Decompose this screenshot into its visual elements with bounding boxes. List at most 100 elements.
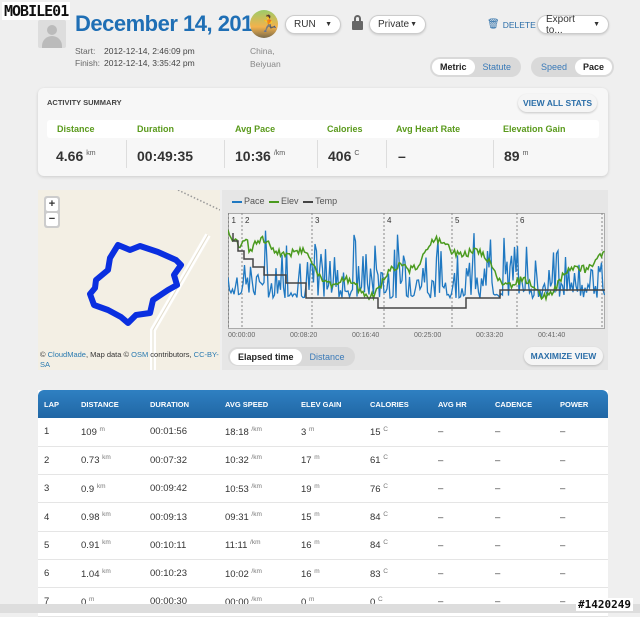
- route-path: [87, 242, 184, 326]
- x-tick-label: 00:25:00: [414, 332, 442, 339]
- avatar[interactable]: [38, 20, 66, 48]
- lap-row[interactable]: 4 0.98 km 00:09:13 09:31 /km 15 m 84 C – – –: [38, 502, 608, 532]
- cell-avg-speed: 10:32 /km: [219, 446, 295, 476]
- x-tick-label: 00:00:00: [228, 332, 256, 339]
- cell-lap: 1: [38, 418, 75, 447]
- legend-elev: Elev: [281, 196, 299, 206]
- cell-cadence: –: [489, 446, 554, 476]
- map-canvas: [87, 190, 220, 370]
- cell-distance: 0.98 km: [75, 502, 144, 532]
- cloudmade-link[interactable]: CloudMade: [48, 350, 86, 359]
- lap-row[interactable]: 3 0.9 km 00:09:42 10:53 /km 19 m 76 C – – –: [38, 474, 608, 504]
- column-header[interactable]: CADENCE: [489, 390, 554, 418]
- cell-duration: 00:07:32: [144, 446, 219, 476]
- label-duration: Duration: [137, 124, 174, 134]
- bottom-bar: [0, 604, 640, 613]
- location-line2: Beiyuan: [250, 59, 281, 69]
- cell-lap: 3: [38, 474, 75, 504]
- lap-marker-label: 5: [455, 216, 460, 225]
- cell-distance: 109 m: [75, 418, 144, 447]
- x-mode-elapsed-time[interactable]: Elapsed time: [230, 348, 302, 365]
- x-tick-label: 00:33:20: [476, 332, 504, 339]
- units-metric[interactable]: Metric: [432, 59, 475, 75]
- cell-power: –: [554, 446, 608, 476]
- label-avg-hr: Avg Heart Rate: [396, 124, 461, 134]
- column-header[interactable]: AVG HR: [432, 390, 489, 418]
- x-tick-label: 00:41:40: [538, 332, 566, 339]
- export-label: Export to...: [546, 13, 575, 36]
- lap-row[interactable]: 6 1.04 km 00:10:23 10:02 /km 16 m 83 C – – –: [38, 559, 608, 589]
- maximize-view-button[interactable]: MAXIMIZE VIEW: [524, 347, 603, 365]
- chevron-down-icon: ▼: [593, 21, 600, 28]
- activity-summary-card: ACTIVITY SUMMARY VIEW ALL STATS Distance…: [38, 88, 608, 176]
- lap-marker-label: 6: [520, 216, 525, 225]
- export-dropdown[interactable]: Export to... ▼: [537, 13, 609, 36]
- finish-label: Finish:: [75, 58, 101, 68]
- x-mode-toggle[interactable]: Elapsed time Distance: [228, 347, 355, 366]
- column-header[interactable]: AVG SPEED: [219, 390, 295, 418]
- label-calories: Calories: [327, 124, 363, 134]
- delete-button[interactable]: 🗑 DELETE: [487, 19, 536, 30]
- value-avg-hr: –: [398, 148, 406, 164]
- x-mode-distance[interactable]: Distance: [302, 349, 353, 365]
- lap-marker-label: 4: [387, 216, 392, 225]
- map-attribution: © CloudMade, Map data © OSM contributors…: [40, 350, 219, 369]
- zoom-control: + −: [44, 196, 60, 228]
- osm-link[interactable]: OSM: [131, 350, 148, 359]
- column-header[interactable]: DURATION: [144, 390, 219, 418]
- cell-elev-gain: 16 m: [295, 531, 364, 560]
- units-toggle[interactable]: Metric Statute: [430, 57, 522, 77]
- delete-label: DELETE: [502, 19, 536, 30]
- lap-row[interactable]: 2 0.73 km 00:07:32 10:32 /km 17 m 61 C – – –: [38, 446, 608, 476]
- cell-avg-speed: 11:11 /km: [219, 531, 295, 560]
- cell-elev-gain: 17 m: [295, 446, 364, 476]
- start-value: 2012-12-14, 2:46:09 pm: [104, 46, 195, 56]
- cell-lap: 5: [38, 531, 75, 560]
- lock-icon: [352, 15, 363, 31]
- view-all-stats-button[interactable]: VIEW ALL STATS: [518, 94, 597, 112]
- column-header[interactable]: CALORIES: [364, 390, 432, 418]
- zoom-out-button[interactable]: −: [46, 213, 58, 226]
- route-map[interactable]: + − © CloudMade, Map data © OSM contribu…: [38, 190, 220, 370]
- units-statute[interactable]: Statute: [475, 59, 520, 75]
- lap-row[interactable]: 1 109 m 00:01:56 18:18 /km 3 m 15 C – – –: [38, 418, 608, 447]
- cell-duration: 00:09:13: [144, 502, 219, 532]
- privacy-dropdown[interactable]: Private ▼: [369, 15, 426, 34]
- cell-power: –: [554, 559, 608, 589]
- cell-calories: 61 C: [364, 446, 432, 476]
- cell-calories: 83 C: [364, 559, 432, 589]
- value-duration: 00:49:35: [137, 148, 194, 164]
- cell-avg-speed: 09:31 /km: [219, 502, 295, 532]
- summary-title: ACTIVITY SUMMARY: [47, 98, 122, 107]
- trash-icon: 🗑: [487, 19, 500, 30]
- cell-calories: 76 C: [364, 474, 432, 504]
- label-elevation-gain: Elevation Gain: [503, 124, 566, 134]
- mode-pace[interactable]: Pace: [575, 59, 613, 75]
- zoom-in-button[interactable]: +: [46, 198, 58, 211]
- cell-calories: 84 C: [364, 502, 432, 532]
- mode-speed[interactable]: Speed: [533, 59, 575, 75]
- mode-toggle[interactable]: Speed Pace: [531, 57, 615, 77]
- column-header[interactable]: DISTANCE: [75, 390, 144, 418]
- cell-distance: 1.04 km: [75, 559, 144, 589]
- cell-cadence: –: [489, 531, 554, 560]
- cell-power: –: [554, 418, 608, 447]
- cell-power: –: [554, 502, 608, 532]
- cell-avg-speed: 18:18 /km: [219, 418, 295, 447]
- cell-avg-hr: –: [432, 502, 489, 532]
- column-header[interactable]: POWER: [554, 390, 608, 418]
- chart-plot[interactable]: 1234567: [228, 213, 605, 329]
- label-avg-pace: Avg Pace: [235, 124, 276, 134]
- plot-area: [228, 213, 605, 329]
- cell-duration: 00:01:56: [144, 418, 219, 447]
- lap-row[interactable]: 5 0.91 km 00:10:11 11:11 /km 16 m 84 C – – –: [38, 531, 608, 560]
- privacy-value: Private: [378, 19, 410, 30]
- cell-duration: 00:10:11: [144, 531, 219, 560]
- activity-type-dropdown[interactable]: RUN ▼: [285, 15, 341, 34]
- activity-type-value: RUN: [294, 19, 316, 30]
- x-tick-label: 00:08:20: [290, 332, 318, 339]
- column-header[interactable]: LAP: [38, 390, 75, 418]
- column-header[interactable]: ELEV GAIN: [295, 390, 364, 418]
- value-distance: 4.66 km: [56, 148, 96, 164]
- summary-header-row: Distance Duration Avg Pace Calories Avg …: [47, 120, 599, 138]
